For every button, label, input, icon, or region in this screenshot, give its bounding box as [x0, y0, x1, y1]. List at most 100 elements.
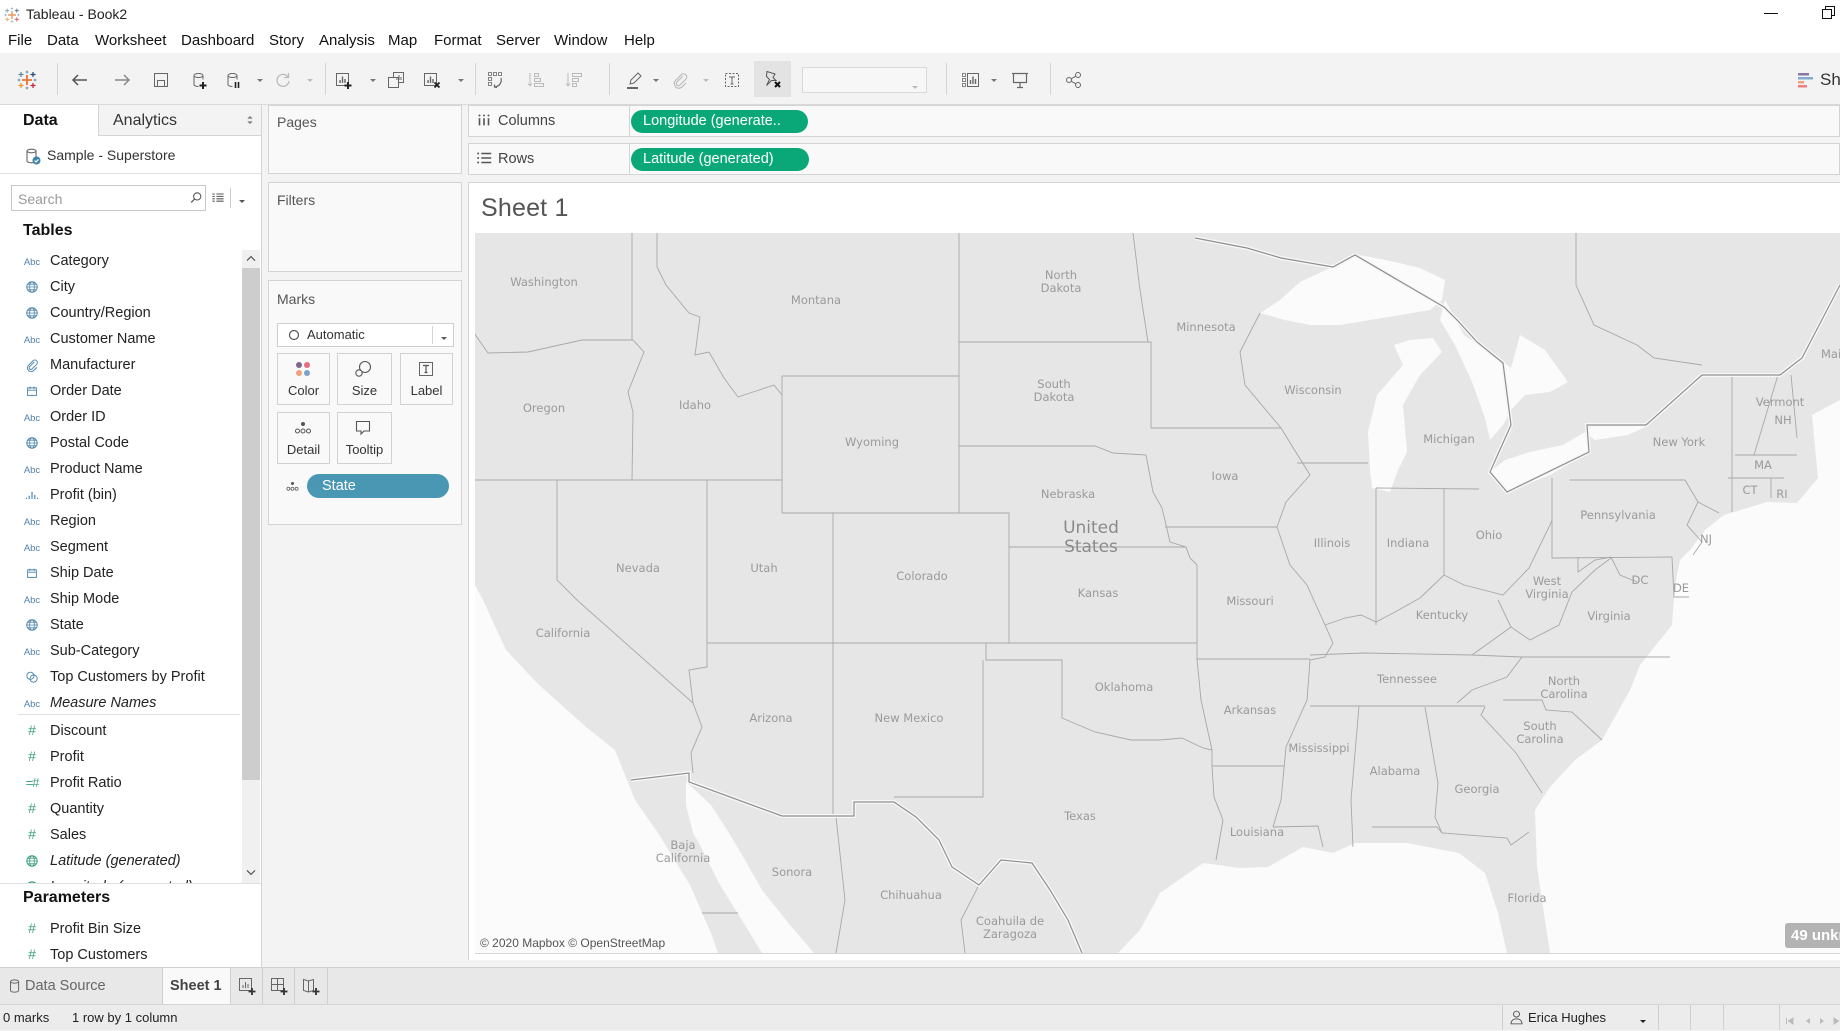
cards-dropdown-caret[interactable] — [989, 75, 999, 85]
tab-analytics[interactable]: Analytics — [98, 105, 261, 136]
show-me-icon[interactable] — [1798, 72, 1814, 88]
rows-shelf[interactable]: Rows Latitude (generated) — [468, 143, 1840, 175]
first-sheet-icon[interactable] — [1785, 1013, 1795, 1025]
previous-sheet-icon[interactable] — [1803, 1013, 1813, 1024]
menu-dashboard[interactable]: Dashboard — [181, 29, 254, 53]
menu-window[interactable]: Window — [554, 29, 607, 53]
field-item[interactable]: Segment — [0, 534, 242, 560]
undo-icon[interactable] — [70, 70, 90, 90]
minimize-icon[interactable] — [1764, 13, 1778, 14]
parameter-item[interactable]: Top Customers — [0, 942, 242, 968]
datasource-item[interactable]: Sample - Superstore — [0, 137, 261, 174]
field-item[interactable]: Latitude (generated) — [0, 848, 242, 874]
field-list-scrollbar[interactable] — [242, 250, 260, 883]
longitude-pill[interactable]: Longitude (generate.. — [631, 110, 808, 133]
field-item[interactable]: City — [0, 274, 242, 300]
new-worksheet-dropdown-caret[interactable] — [368, 75, 378, 85]
field-item[interactable]: Measure Names — [0, 690, 242, 716]
field-item[interactable]: Longitude (generated) — [0, 874, 242, 883]
field-item[interactable]: Ship Date — [0, 560, 242, 586]
field-item[interactable]: Ship Mode — [0, 586, 242, 612]
field-item[interactable]: State — [0, 612, 242, 638]
field-item[interactable]: Profit — [0, 744, 242, 770]
unknown-locations-badge[interactable]: 49 unknown — [1785, 923, 1840, 948]
refresh-icon[interactable] — [273, 70, 293, 90]
show-me-button[interactable]: Show Me — [1820, 70, 1840, 90]
tab-sheet-1[interactable]: Sheet 1 — [163, 968, 231, 1004]
detail-button[interactable]: Detail — [277, 412, 330, 464]
field-item[interactable]: Sales — [0, 822, 242, 848]
sort-ascending-icon[interactable] — [526, 70, 546, 90]
redo-icon[interactable] — [112, 70, 132, 90]
data-menu-caret[interactable] — [237, 193, 247, 203]
field-item[interactable]: Sub-Category — [0, 638, 242, 664]
user-menu[interactable]: Erica Hughes — [1505, 1007, 1655, 1029]
tab-data-source[interactable]: Data Source — [0, 968, 163, 1004]
new-story-tab-button[interactable] — [295, 968, 328, 1004]
menu-server[interactable]: Server — [496, 29, 540, 53]
filters-card[interactable]: Filters — [268, 182, 462, 272]
menu-file[interactable]: File — [8, 29, 32, 53]
highlight-icon[interactable] — [624, 70, 644, 90]
restore-icon[interactable] — [1822, 6, 1836, 20]
last-sheet-icon[interactable] — [1832, 1013, 1840, 1025]
field-item[interactable]: Discount — [0, 718, 242, 744]
map-canvas[interactable]: Washington Montana North Dakota Minnesota… — [475, 233, 1840, 953]
view-as-list-icon[interactable] — [210, 190, 226, 206]
tableau-start-icon[interactable] — [17, 70, 37, 90]
clear-sheet-dropdown-caret[interactable] — [456, 75, 466, 85]
new-data-source-icon[interactable] — [189, 70, 209, 90]
chevron-up-icon[interactable] — [243, 251, 259, 267]
menu-map[interactable]: Map — [388, 29, 417, 53]
show-mark-labels-icon[interactable] — [722, 70, 742, 90]
field-item[interactable]: Postal Code — [0, 430, 242, 456]
field-item[interactable]: Profit (bin) — [0, 482, 242, 508]
fix-axes-button[interactable] — [754, 61, 791, 97]
share-icon[interactable] — [1064, 70, 1084, 90]
next-sheet-icon[interactable] — [1817, 1013, 1827, 1024]
color-button[interactable]: Color — [277, 353, 330, 405]
search-input[interactable] — [16, 189, 180, 209]
pages-card[interactable]: Pages — [268, 105, 462, 174]
sort-descending-icon[interactable] — [564, 70, 584, 90]
presentation-mode-icon[interactable] — [1010, 70, 1030, 90]
highlight-dropdown-caret[interactable] — [651, 75, 661, 85]
latitude-pill[interactable]: Latitude (generated) — [631, 148, 809, 171]
field-item[interactable]: Customer Name — [0, 326, 242, 352]
pane-sort-icon[interactable] — [241, 111, 259, 129]
fit-dropdown[interactable] — [802, 67, 927, 93]
field-item[interactable]: Top Customers by Profit — [0, 664, 242, 690]
duplicate-sheet-icon[interactable] — [386, 70, 406, 90]
field-item[interactable]: Product Name — [0, 456, 242, 482]
state-detail-pill[interactable]: State — [307, 474, 449, 498]
save-icon[interactable] — [151, 70, 171, 90]
scrollbar-thumb[interactable] — [242, 268, 260, 780]
menu-worksheet[interactable]: Worksheet — [95, 29, 166, 53]
refresh-dropdown-caret[interactable] — [305, 75, 315, 85]
clear-sheet-icon[interactable] — [422, 70, 442, 90]
new-worksheet-tab-button[interactable] — [231, 968, 263, 1004]
sheet-title[interactable]: Sheet 1 — [481, 194, 569, 223]
field-item[interactable]: Country/Region — [0, 300, 242, 326]
pause-auto-updates-icon[interactable] — [223, 70, 243, 90]
swap-rows-columns-icon[interactable] — [486, 70, 506, 90]
tab-data[interactable]: Data — [0, 105, 98, 137]
field-item[interactable]: Profit Ratio — [0, 770, 242, 796]
menu-data[interactable]: Data — [47, 29, 79, 53]
field-item[interactable]: Manufacturer — [0, 352, 242, 378]
parameter-item[interactable]: Profit Bin Size — [0, 916, 242, 942]
show-hide-cards-icon[interactable] — [961, 70, 981, 90]
field-item[interactable]: Region — [0, 508, 242, 534]
field-item[interactable]: Category — [0, 248, 242, 274]
field-item[interactable]: Order Date — [0, 378, 242, 404]
tooltip-button[interactable]: Tooltip — [337, 412, 392, 464]
mark-type-dropdown[interactable]: Automatic — [277, 323, 454, 347]
menu-help[interactable]: Help — [624, 29, 655, 53]
field-item[interactable]: Order ID — [0, 404, 242, 430]
chevron-down-icon[interactable] — [243, 864, 259, 880]
menu-format[interactable]: Format — [434, 29, 482, 53]
group-dropdown-caret[interactable] — [701, 75, 711, 85]
field-item[interactable]: Quantity — [0, 796, 242, 822]
size-button[interactable]: Size — [337, 353, 392, 405]
menu-story[interactable]: Story — [269, 29, 304, 53]
